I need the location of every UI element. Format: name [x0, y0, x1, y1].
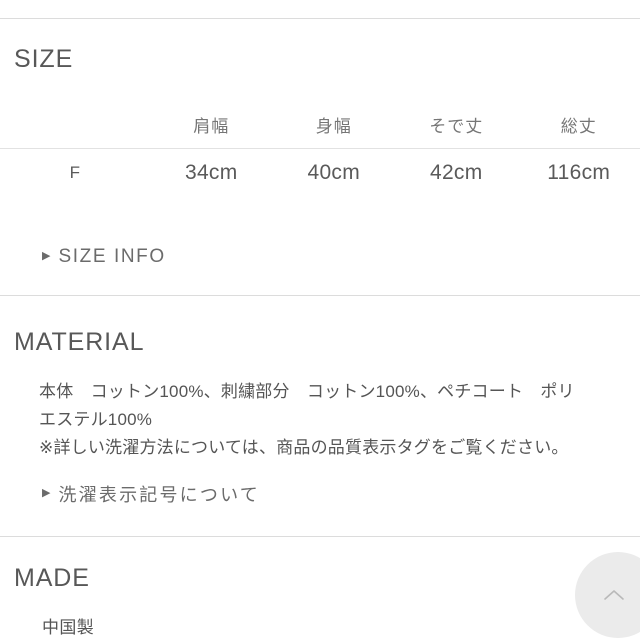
size-row-label: F	[69, 163, 81, 182]
made-body-text: 中国製	[42, 618, 95, 637]
material-line-3: ※詳しい洗濯方法については、商品の品質表示タグをご覧ください。	[39, 438, 569, 457]
size-table-head: 肩幅 身幅 そで丈 総丈	[0, 100, 640, 149]
size-table-col-header-sleeve: そで丈	[429, 116, 484, 136]
size-table-header-row: 肩幅 身幅 そで丈 総丈	[0, 100, 640, 149]
size-cell-chest: 40cm	[307, 161, 361, 184]
wash-symbol-info-disclosure[interactable]: ▶ 洗濯表示記号について	[42, 481, 260, 507]
divider-top	[0, 18, 640, 19]
size-table: 肩幅 身幅 そで丈 総丈 F 34cm 40cm 42cm 116cm	[0, 100, 640, 197]
size-table-body: F 34cm 40cm 42cm 116cm	[0, 149, 640, 198]
product-detail-page: SIZE 肩幅 身幅 そで丈 総丈 F 34cm 40cm 42cm 116cm…	[0, 0, 640, 640]
wash-symbol-info-label: 洗濯表示記号について	[58, 485, 260, 505]
size-table-col-header-blank	[0, 100, 150, 149]
divider-material	[0, 295, 640, 296]
size-info-label: SIZE INFO	[58, 246, 166, 267]
size-table-col-header-length: 総丈	[560, 116, 597, 136]
table-row: F 34cm 40cm 42cm 116cm	[0, 149, 640, 198]
size-table-col-header-shoulder: 肩幅	[193, 116, 230, 136]
triangle-right-icon: ▶	[42, 249, 51, 262]
size-cell-sleeve: 42cm	[429, 161, 483, 184]
material-line-2: エステル100%	[39, 410, 153, 429]
size-section-heading: SIZE	[14, 45, 74, 73]
material-body-text: 本体 コットン100%、刺繍部分 コットン100%、ペチコート ポリ エステル1…	[39, 378, 625, 462]
divider-made	[0, 536, 640, 537]
material-line-1: 本体 コットン100%、刺繍部分 コットン100%、ペチコート ポリ	[39, 382, 575, 401]
size-cell-shoulder: 34cm	[184, 161, 238, 184]
size-table-col-header-chest: 身幅	[315, 116, 352, 136]
size-cell-length: 116cm	[547, 161, 611, 184]
made-section-heading: MADE	[14, 564, 90, 592]
material-section-heading: MATERIAL	[14, 328, 145, 356]
scroll-to-top-button[interactable]	[575, 552, 640, 638]
triangle-right-icon: ▶	[42, 486, 51, 499]
size-info-disclosure[interactable]: ▶ SIZE INFO	[42, 246, 166, 268]
chevron-up-icon	[601, 583, 627, 609]
